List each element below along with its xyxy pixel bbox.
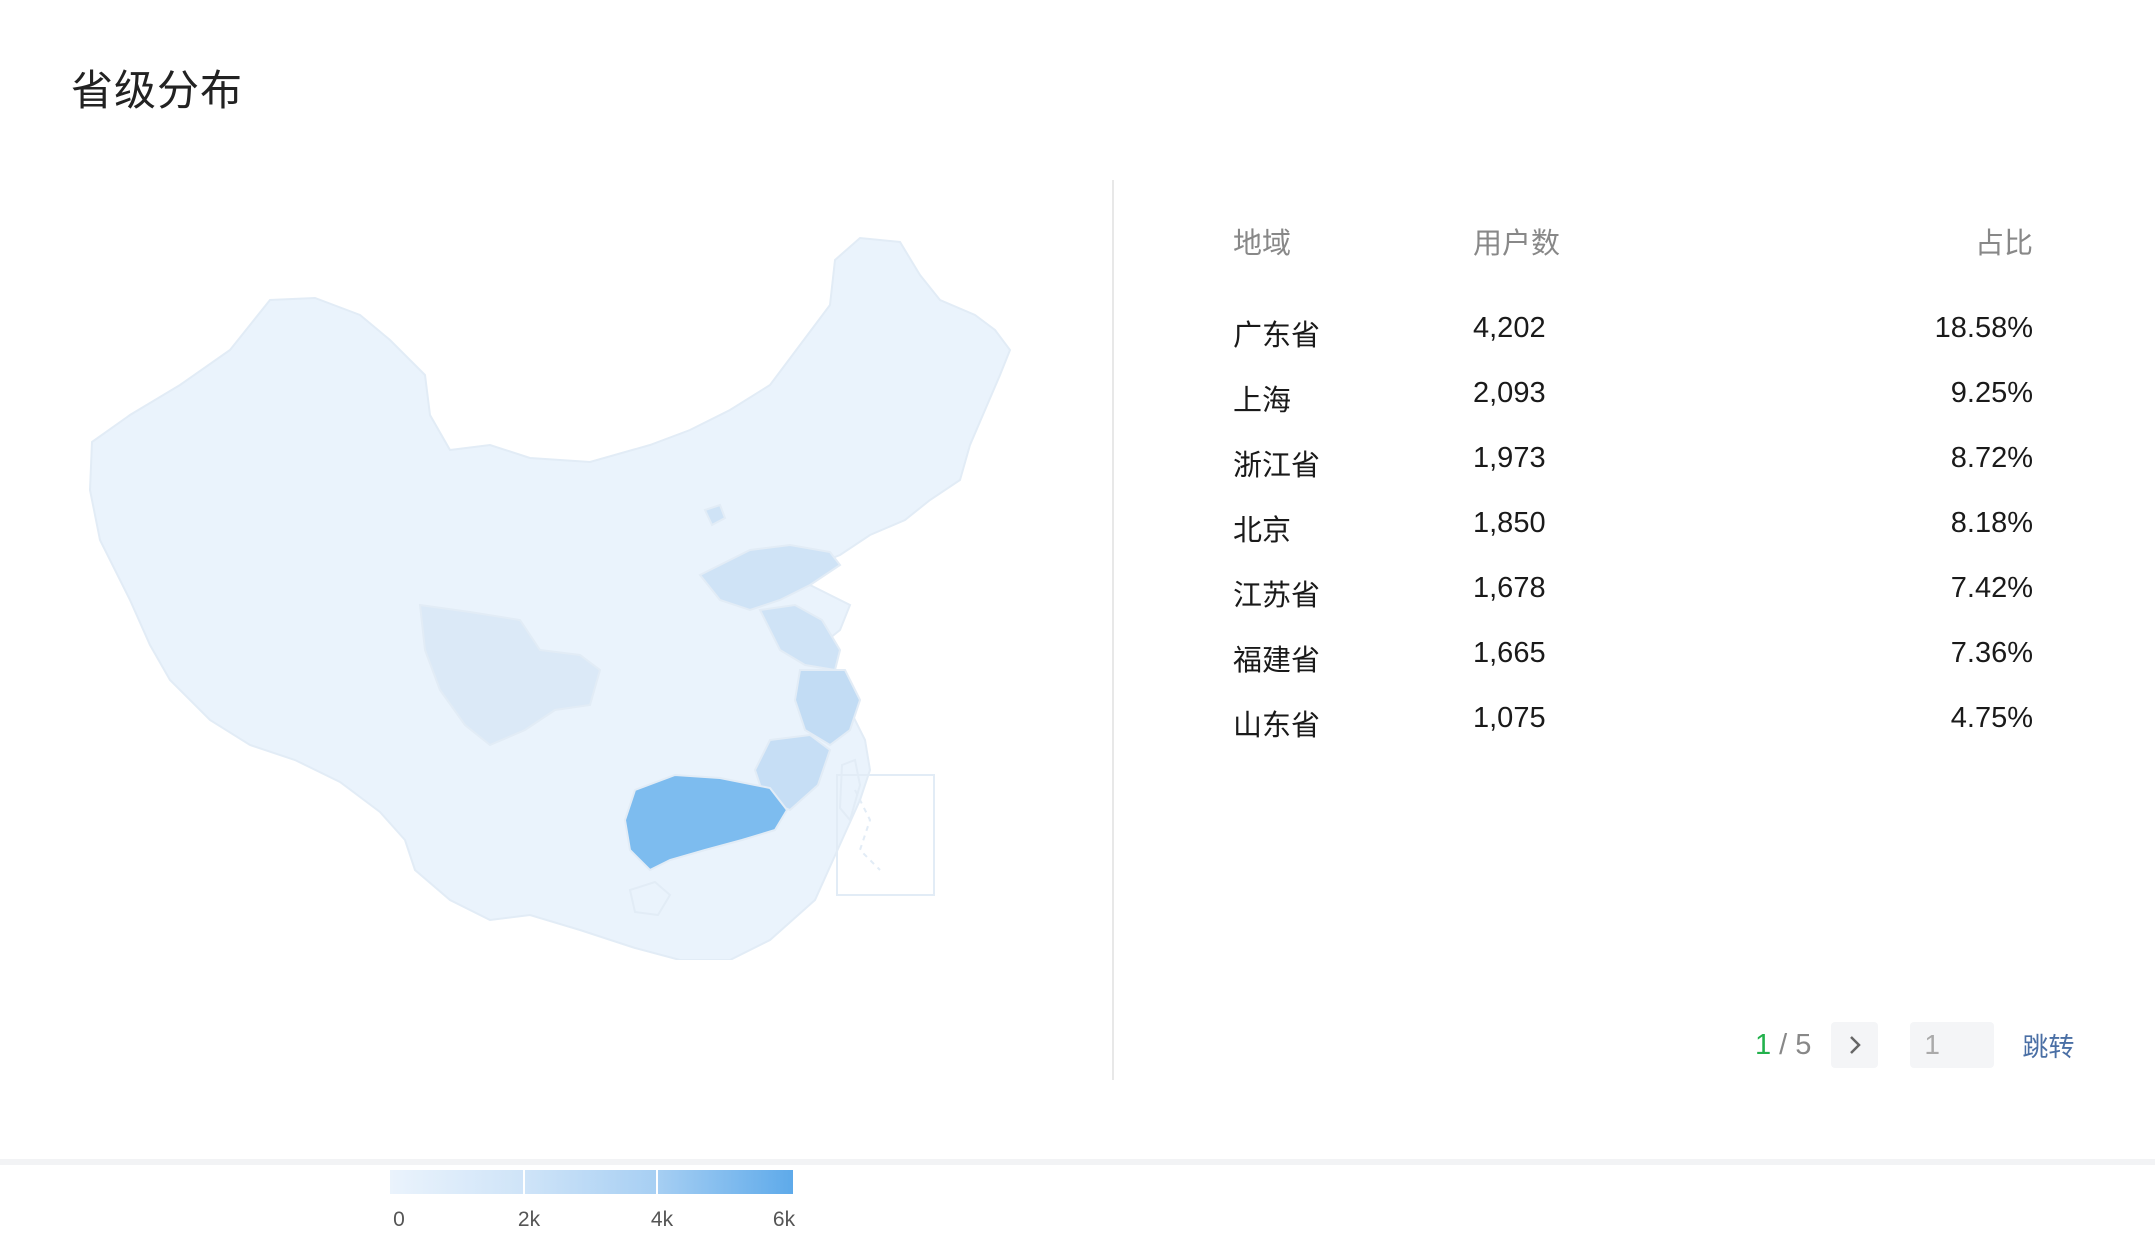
table-row: 福建省 1,665 7.36% (1233, 637, 2033, 702)
row-region: 广东省 (1233, 320, 1321, 352)
header-region: 地域 (1233, 228, 1292, 260)
table-row: 江苏省 1,678 7.42% (1233, 572, 2033, 637)
region-table: 地域 用户数 占比 广东省 4,202 18.58% 上海 2,093 9.25… (1233, 220, 2033, 767)
pagination-separator: / (1779, 1028, 1788, 1061)
row-users: 1,665 (1473, 637, 1546, 669)
map-taiwan (838, 758, 862, 823)
legend-label-6k: 6k (772, 1208, 796, 1231)
header-users: 用户数 (1473, 228, 1561, 260)
legend-label-2k: 2k (517, 1208, 541, 1231)
table-header: 地域 用户数 占比 (1233, 220, 2033, 312)
table-row: 山东省 1,075 4.75% (1233, 702, 2033, 767)
row-users: 1,075 (1473, 702, 1546, 734)
row-ratio: 4.75% (1950, 702, 2033, 734)
row-region: 浙江省 (1233, 450, 1321, 482)
row-ratio: 18.58% (1934, 312, 2033, 344)
pagination: 1 / 5 跳转 (1755, 1022, 2074, 1068)
row-users: 4,202 (1473, 312, 1546, 344)
panel-divider (1112, 180, 1114, 1080)
bottom-border (0, 1159, 2155, 1165)
header-ratio: 占比 (1974, 228, 2033, 260)
table-row: 浙江省 1,973 8.72% (1233, 442, 2033, 507)
row-ratio: 7.42% (1950, 572, 2033, 604)
row-ratio: 7.36% (1950, 637, 2033, 669)
page-title: 省级分布 (71, 67, 244, 114)
china-map (88, 236, 1012, 960)
legend-label-4k: 4k (650, 1208, 674, 1231)
jump-button[interactable]: 跳转 (2022, 1027, 2074, 1064)
table-row: 广东省 4,202 18.58% (1233, 312, 2033, 377)
table-row: 上海 2,093 9.25% (1233, 377, 2033, 442)
row-ratio: 9.25% (1950, 377, 2033, 409)
row-users: 1,850 (1473, 507, 1546, 539)
row-region: 北京 (1233, 515, 1292, 547)
page-number-input[interactable] (1910, 1022, 1995, 1068)
table-row: 北京 1,850 8.18% (1233, 507, 2033, 572)
row-ratio: 8.72% (1950, 442, 2033, 474)
row-ratio: 8.18% (1950, 507, 2033, 539)
chevron-right-icon (1849, 1036, 1861, 1054)
province-map-panel: 0 2k 4k 6k (70, 200, 1090, 1231)
legend-gradient-bar (390, 1170, 793, 1194)
row-users: 1,678 (1473, 572, 1546, 604)
row-region: 福建省 (1233, 645, 1321, 677)
row-users: 2,093 (1473, 377, 1546, 409)
map-mainland (88, 236, 1012, 960)
legend-label-0: 0 (393, 1208, 405, 1231)
row-region: 山东省 (1233, 710, 1321, 742)
row-region: 江苏省 (1233, 580, 1321, 612)
row-users: 1,973 (1473, 442, 1546, 474)
pagination-current-page: 1 (1755, 1028, 1772, 1061)
row-region: 上海 (1233, 385, 1292, 417)
color-legend: 0 2k 4k 6k (390, 1170, 796, 1238)
next-page-button[interactable] (1831, 1022, 1879, 1068)
pagination-total-pages: 5 (1795, 1028, 1812, 1061)
